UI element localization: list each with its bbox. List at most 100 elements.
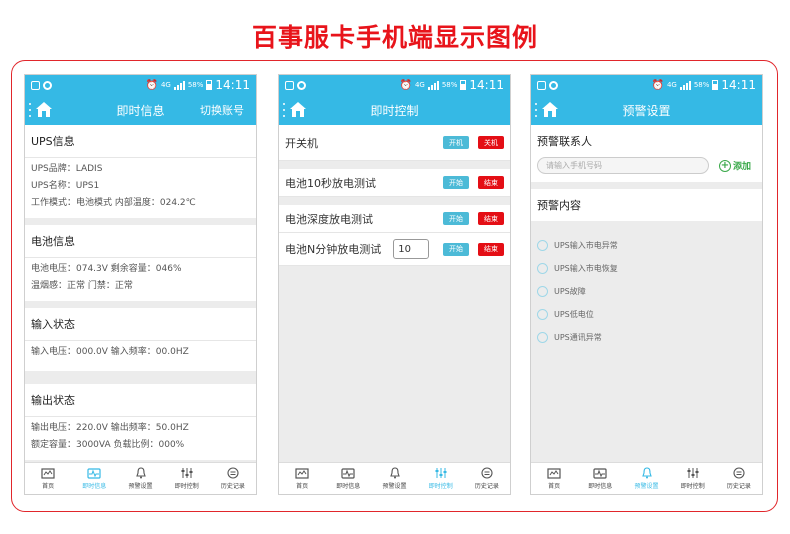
tab-0[interactable]: 首页	[531, 463, 577, 494]
tab-label: 即时控制	[428, 483, 453, 490]
app-bar: 即时控制	[279, 95, 510, 125]
home-icon	[547, 467, 561, 481]
start-button[interactable]: 开始	[443, 212, 469, 225]
bell-icon	[641, 467, 653, 481]
phone-realtime-info: ⏰ 4G 58% 14:11 即时信息 切换账号 UPS信息 UPS品牌：LAD…	[24, 74, 257, 495]
tab-0[interactable]: 首页	[279, 463, 325, 494]
radio-icon	[537, 240, 548, 251]
tab-1[interactable]: 即时信息	[577, 463, 623, 494]
battery-percent: 58%	[693, 80, 710, 89]
battery-info-section: 电池信息 电池电压：074.3V 剩余容量：046% 温烟感：正常 门禁：正常	[25, 225, 256, 301]
tab-label: 即时控制	[174, 483, 199, 490]
option-checkbox[interactable]: UPS故障	[537, 280, 756, 303]
option-checkbox[interactable]: UPS低电位	[537, 303, 756, 326]
menu-icon[interactable]	[29, 103, 32, 117]
row-label: 开关机	[285, 136, 318, 150]
sync-icon	[549, 80, 558, 90]
radio-icon	[537, 309, 548, 320]
minutes-input[interactable]: 10	[393, 239, 430, 259]
signal-icon	[427, 80, 439, 90]
start-button[interactable]: 开始	[443, 242, 469, 256]
notification-icon	[285, 80, 294, 90]
tab-0[interactable]: 首页	[25, 463, 71, 494]
alarm-icon: ⏰	[651, 79, 664, 91]
tab-3[interactable]: 即时控制	[418, 463, 464, 494]
option-checkbox[interactable]: UPS通讯异常	[537, 326, 756, 349]
input-status-section: 输入状态 输入电压：000.0V 输入频率：00.0HZ	[25, 308, 256, 371]
tab-4[interactable]: 历史记录	[464, 463, 510, 494]
screen-title: 即时信息	[116, 103, 165, 118]
radio-icon	[537, 263, 548, 274]
tab-3[interactable]: 即时控制	[164, 463, 210, 494]
battery-percent: 58%	[187, 80, 204, 89]
tab-label: 历史记录	[474, 483, 499, 490]
status-bar: ⏰ 4G 58% 14:11	[25, 75, 256, 95]
page-title: 百事服卡手机端显示图例	[251, 23, 538, 52]
tab-1[interactable]: 即时信息	[325, 463, 371, 494]
switch-account-button[interactable]: 切换账号	[200, 102, 244, 118]
contact-section: 预警联系人 请输入手机号码 + 添加	[531, 125, 762, 182]
tab-label: 历史记录	[726, 483, 751, 490]
history-icon	[733, 467, 745, 481]
radio-icon	[537, 286, 548, 297]
output-voltage: 输出电压：220.0V 输出频率：50.0HZ	[31, 423, 189, 433]
home-icon	[295, 467, 309, 481]
sliders-icon	[434, 467, 448, 481]
option-label: UPS故障	[554, 287, 586, 296]
home-icon[interactable]	[35, 101, 53, 118]
add-contact-button[interactable]: + 添加	[719, 159, 751, 172]
phone-realtime-control: ⏰ 4G 58% 14:11 即时控制 开关机 开机 关机 电池10秒放电测试 开…	[278, 74, 511, 495]
battery-icon	[206, 80, 213, 90]
tab-label: 即时信息	[588, 482, 613, 490]
tab-2[interactable]: 预警设置	[371, 463, 417, 494]
tab-1[interactable]: 即时信息	[71, 463, 117, 494]
n-minute-test-row: 电池N分钟放电测试 10 开始 结束	[279, 233, 510, 266]
sync-icon	[297, 80, 306, 90]
menu-icon[interactable]	[535, 103, 538, 117]
power-row: 开关机 开机 关机	[279, 125, 510, 161]
app-bar: 预警设置	[531, 95, 762, 125]
history-icon	[481, 467, 493, 481]
alarm-content: 预警联系人 请输入手机号码 + 添加 预警内容 UPS输入市电异常 UPS输入市电…	[531, 125, 762, 463]
tab-4[interactable]: 历史记录	[716, 463, 762, 494]
network-label: 4G	[666, 80, 677, 89]
home-icon[interactable]	[541, 101, 559, 118]
info-content: UPS信息 UPS品牌：LADIS UPS名称：UPS1 工作模式：电池模式 内…	[25, 125, 256, 463]
tab-2[interactable]: 预警设置	[623, 463, 669, 494]
tab-label: 预警设置	[634, 483, 659, 490]
tab-label: 即时信息	[336, 482, 361, 490]
tab-2[interactable]: 预警设置	[117, 463, 163, 494]
tab-4[interactable]: 历史记录	[210, 463, 256, 494]
row-label: 电池深度放电测试	[285, 212, 373, 226]
start-button[interactable]: 开始	[443, 176, 469, 189]
stop-button[interactable]: 结束	[478, 176, 504, 189]
home-icon[interactable]	[289, 101, 307, 118]
ups-name: UPS名称：UPS1	[31, 181, 100, 191]
screen-title: 即时控制	[370, 103, 419, 118]
network-label: 4G	[160, 80, 171, 89]
option-checkbox[interactable]: UPS输入市电恢复	[537, 257, 756, 280]
phone-alarm-settings: ⏰ 4G 58% 14:11 预警设置 预警联系人 请输入手机号码 + 添加 预警…	[530, 74, 763, 495]
phone-number-input[interactable]: 请输入手机号码	[537, 157, 709, 174]
stop-button[interactable]: 结束	[478, 242, 504, 256]
power-off-button[interactable]: 关机	[478, 136, 504, 149]
tab-3[interactable]: 即时控制	[670, 463, 716, 494]
section-title: 预警内容	[537, 199, 581, 212]
power-on-button[interactable]: 开机	[443, 136, 469, 149]
row-label: 电池10秒放电测试	[285, 176, 376, 190]
output-status-section: 输出状态 输出电压：220.0V 输出频率：50.0HZ 额定容量：3000VA…	[25, 384, 256, 460]
sliders-icon	[180, 467, 194, 481]
alarm-content-section: 预警内容	[531, 189, 762, 221]
sync-icon	[43, 80, 52, 90]
battery-voltage: 电池电压：074.3V 剩余容量：046%	[31, 264, 182, 274]
option-label: UPS通讯异常	[554, 333, 602, 342]
alarm-options: UPS输入市电异常 UPS输入市电恢复 UPS故障 UPS低电位 UPS通讯异常	[531, 228, 762, 359]
section-title: 电池信息	[25, 225, 256, 258]
menu-icon[interactable]	[283, 103, 286, 117]
alarm-icon: ⏰	[399, 79, 412, 91]
smoke-door-status: 温烟感：正常 门禁：正常	[31, 281, 133, 291]
add-label: 添加	[733, 162, 752, 172]
option-checkbox[interactable]: UPS输入市电异常	[537, 234, 756, 257]
stop-button[interactable]: 结束	[478, 212, 504, 225]
section-title: 输出状态	[25, 384, 256, 417]
